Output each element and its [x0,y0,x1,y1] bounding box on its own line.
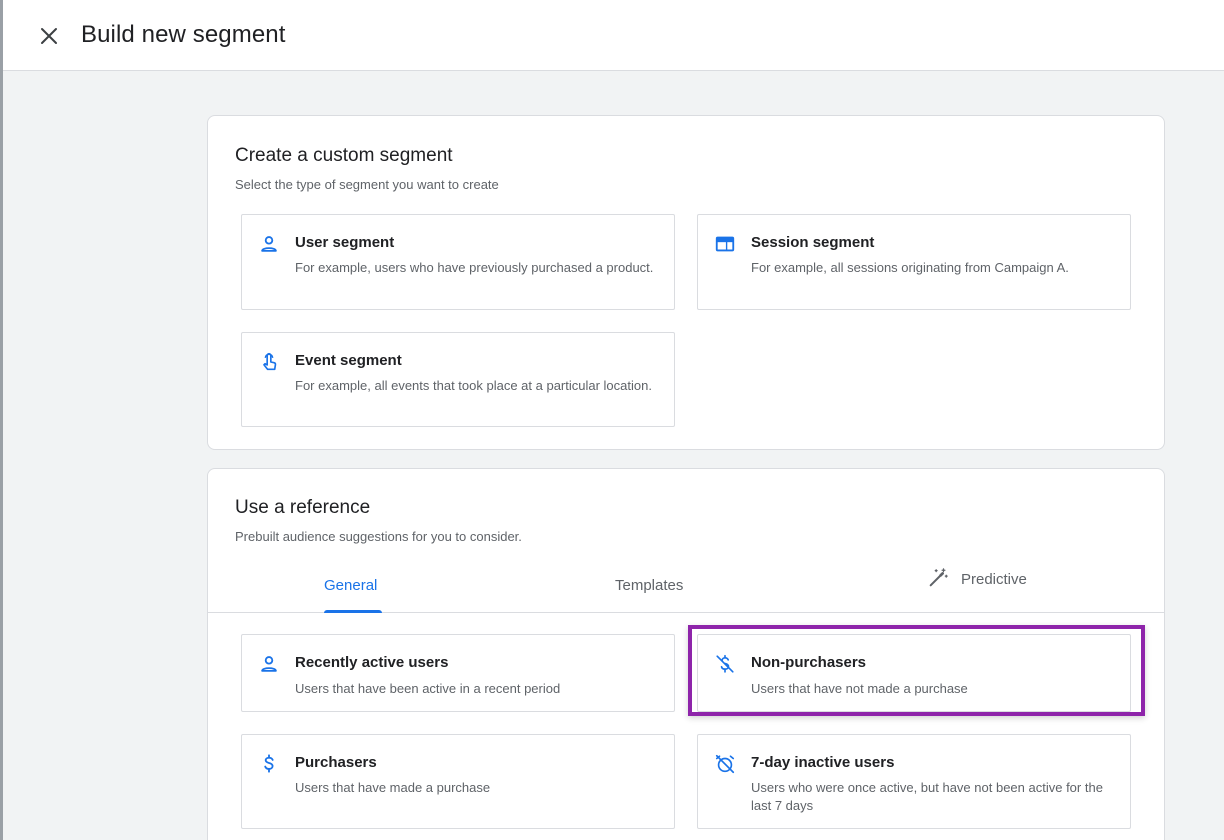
background-edge [0,0,3,840]
option-description: Users who were once active, but have not… [751,780,1103,813]
tab-predictive[interactable]: Predictive [927,565,1027,613]
option-description: For example, users who have previously p… [295,260,654,275]
tab-general[interactable]: General [324,565,377,613]
page-title: Build new segment [81,21,286,48]
event-segment-option[interactable]: Event segment For example, all events th… [241,332,675,427]
option-title: Session segment [751,234,875,251]
touch-icon [258,351,280,373]
inactive-users-option[interactable]: 7-day inactive users Users who were once… [697,734,1131,829]
option-title: Purchasers [295,754,377,771]
option-title: Recently active users [295,654,449,671]
close-button[interactable] [33,20,65,52]
reference-tabs: General Templates Predictive [208,565,1164,613]
tab-templates[interactable]: Templates [615,565,683,613]
option-title: 7-day inactive users [751,754,895,771]
option-title: User segment [295,234,395,251]
non-purchasers-option[interactable]: Non-purchasers Users that have not made … [697,634,1131,712]
session-segment-option[interactable]: Session segment For example, all session… [697,214,1131,310]
option-description: For example, all sessions originating fr… [751,260,1069,275]
person-icon [258,233,280,255]
purchasers-option[interactable]: Purchasers Users that have made a purcha… [241,734,675,829]
card-subtitle: Select the type of segment you want to c… [235,177,499,192]
option-description: Users that have not made a purchase [751,681,968,696]
tab-label: Predictive [961,571,1027,588]
option-description: For example, all events that took place … [295,378,652,393]
magic-wand-icon [927,567,949,589]
person-icon [258,653,280,675]
option-description: Users that have been active in a recent … [295,681,561,696]
card-subtitle: Prebuilt audience suggestions for you to… [235,529,522,544]
reference-card: Use a reference Prebuilt audience sugges… [207,468,1165,840]
session-icon [714,233,736,255]
tab-label: General [324,577,378,594]
active-tab-indicator [324,610,382,613]
recently-active-users-option[interactable]: Recently active users Users that have be… [241,634,675,712]
option-title: Event segment [295,352,402,369]
card-title: Create a custom segment [235,145,453,166]
user-segment-option[interactable]: User segment For example, users who have… [241,214,675,310]
card-title: Use a reference [235,497,371,518]
option-title: Non-purchasers [751,654,867,671]
alarm-off-icon [714,753,736,775]
close-icon [41,28,57,44]
top-bar: Build new segment [3,0,1224,71]
tab-label: Templates [615,577,684,594]
dollar-icon [258,753,280,775]
custom-segment-card: Create a custom segment Select the type … [207,115,1165,450]
option-description: Users that have made a purchase [295,780,491,795]
money-off-icon [714,653,736,675]
